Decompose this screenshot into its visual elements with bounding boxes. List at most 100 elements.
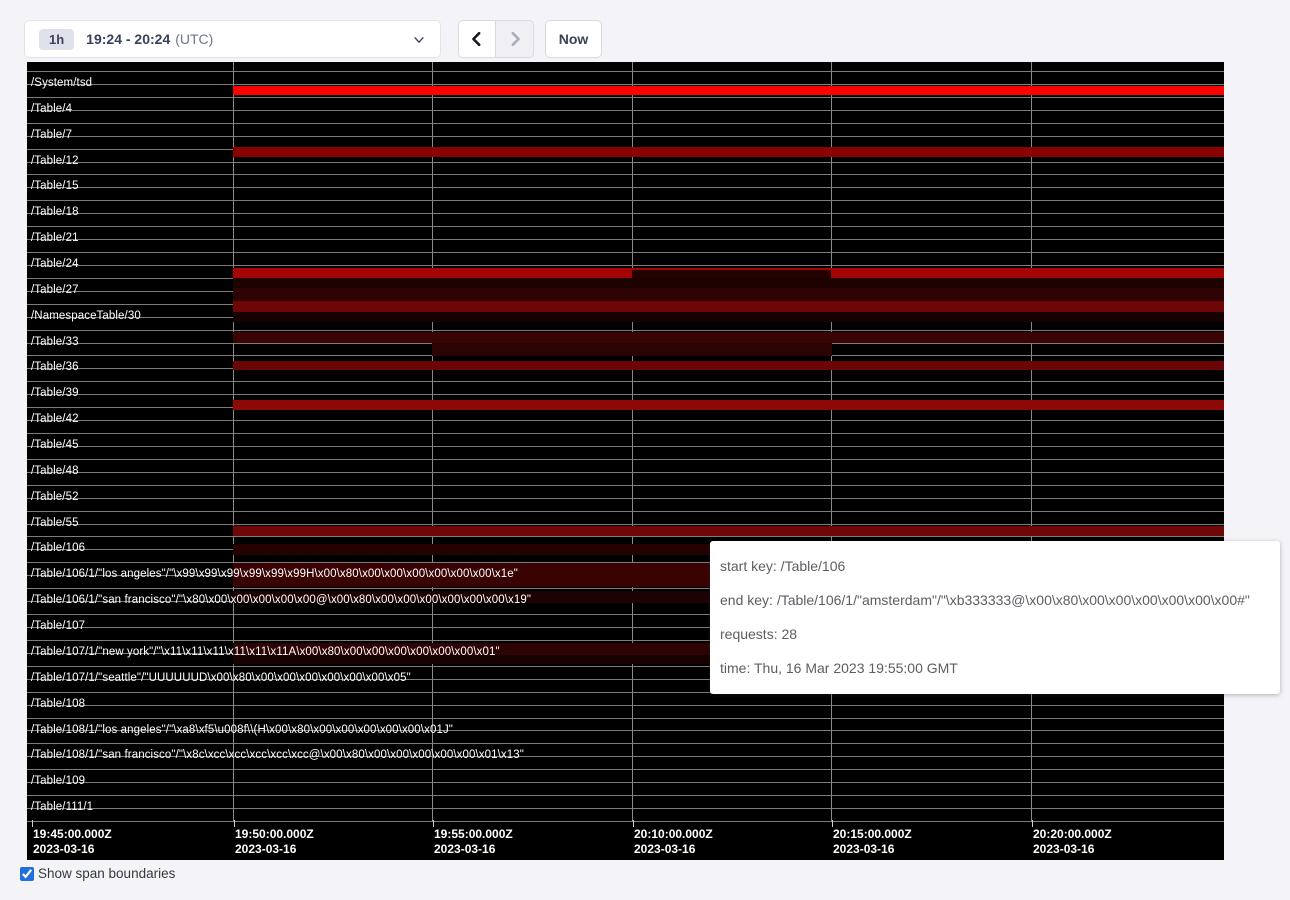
heatmap-gridline-v [1031, 62, 1032, 822]
chevron-down-icon [412, 33, 426, 47]
heatmap-band[interactable] [233, 86, 1224, 95]
show-span-boundaries-checkbox[interactable] [20, 867, 34, 881]
row-label: /Table/7 [31, 129, 72, 141]
row-label: /Table/107 [31, 620, 85, 632]
row-label: /Table/36 [31, 361, 79, 373]
heatmap-gridline-h [27, 536, 1224, 537]
heatmap-gridline-h [27, 174, 1224, 175]
axis-tick [633, 820, 634, 827]
time-range-dropdown[interactable]: 1h 19:24 - 20:24 (UTC) [24, 20, 441, 58]
row-label: /Table/108 [31, 698, 85, 710]
row-label: /Table/24 [31, 258, 79, 270]
heatmap-gridline-h [27, 433, 1224, 434]
heatmap-band[interactable] [233, 332, 1224, 343]
axis-tick [832, 820, 833, 827]
next-time-button[interactable] [496, 20, 534, 58]
heatmap-gridline-h [27, 821, 1224, 822]
heatmap-gridline-h [27, 511, 1224, 512]
range-duration-badge: 1h [39, 29, 74, 50]
chevron-right-icon [507, 31, 523, 47]
heatmap-gridline-v [632, 62, 633, 822]
row-label: /Table/109 [31, 775, 85, 787]
row-label: /Table/18 [31, 206, 79, 218]
axis-date-label: 2023-03-16 [1033, 842, 1094, 856]
heatmap-gridline-h [27, 498, 1224, 499]
axis-tick [32, 820, 33, 827]
heatmap-band[interactable] [233, 312, 1224, 322]
heatmap-band[interactable] [432, 343, 832, 356]
row-label: /Table/27 [31, 284, 79, 296]
row-label: /Table/52 [31, 491, 79, 503]
heatmap-band[interactable] [233, 361, 1224, 370]
heatmap-gridline-h [27, 213, 1224, 214]
row-label: /Table/4 [31, 103, 72, 115]
range-text: 19:24 - 20:24 [86, 31, 170, 47]
row-label: /Table/45 [31, 439, 79, 451]
key-visualizer-canvas[interactable]: 19:45:00.000Z2023-03-1619:50:00.000Z2023… [27, 62, 1224, 860]
axis-tick [234, 820, 235, 827]
heatmap-gridline-h [27, 795, 1224, 796]
row-label: /System/tsd [31, 77, 92, 89]
row-label: /Table/55 [31, 517, 79, 529]
row-label: /Table/106/1/"san francisco"/"\x80\x00\x… [31, 594, 531, 606]
axis-date-label: 2023-03-16 [434, 842, 495, 856]
heatmap-gridline-h [27, 743, 1224, 744]
heatmap-gridline-v [233, 62, 234, 822]
heatmap-gridline-h [27, 381, 1224, 382]
row-label: /Table/12 [31, 155, 79, 167]
axis-time-label: 20:10:00.000Z [634, 827, 713, 841]
heatmap-gridline-h [27, 769, 1224, 770]
prev-time-button[interactable] [458, 20, 496, 58]
tooltip-end-key: end key: /Table/106/1/"amsterdam"/"\xb33… [720, 583, 1270, 617]
heatmap-band[interactable] [632, 270, 831, 278]
show-span-boundaries-control: Show span boundaries [20, 866, 175, 881]
heatmap-gridline-h [27, 485, 1224, 486]
heatmap-gridline-h [27, 265, 1224, 266]
heatmap-gridline-v [831, 62, 832, 822]
row-label: /Table/33 [31, 336, 79, 348]
row-label: /NamespaceTable/30 [31, 310, 141, 322]
heatmap-gridline-h [27, 162, 1224, 163]
heatmap-gridline-h [27, 472, 1224, 473]
show-span-boundaries-label: Show span boundaries [38, 866, 175, 881]
heatmap-band[interactable] [233, 526, 1224, 536]
row-label: /Table/108/1/"san francisco"/"\x8c\xcc\x… [31, 749, 524, 761]
axis-time-label: 19:55:00.000Z [434, 827, 513, 841]
heatmap-gridline-h [27, 110, 1224, 111]
row-label: /Table/15 [31, 180, 79, 192]
chevron-left-icon [469, 31, 485, 47]
axis-time-label: 19:50:00.000Z [235, 827, 314, 841]
axis-tick [1032, 820, 1033, 827]
heatmap-band[interactable] [233, 147, 1224, 157]
heatmap-gridline-h [27, 394, 1224, 395]
tooltip-requests: requests: 28 [720, 617, 1270, 651]
axis-date-label: 2023-03-16 [33, 842, 94, 856]
row-label: /Table/111/1 [31, 801, 93, 813]
row-label: /Table/106/1/"los angeles"/"\x99\x99\x99… [31, 568, 518, 580]
heatmap-gridline-h [27, 524, 1224, 525]
axis-time-label: 19:45:00.000Z [33, 827, 112, 841]
axis-time-label: 20:20:00.000Z [1033, 827, 1112, 841]
heatmap-gridline-h [27, 782, 1224, 783]
heatmap-band[interactable] [233, 400, 1224, 410]
heatmap-gridline-h [27, 808, 1224, 809]
heatmap-gridline-h [27, 239, 1224, 240]
row-label: /Table/106 [31, 542, 85, 554]
heatmap-gridline-h [27, 136, 1224, 137]
heatmap-gridline-h [27, 84, 1224, 85]
heatmap-gridline-h [27, 446, 1224, 447]
axis-date-label: 2023-03-16 [235, 842, 296, 856]
heatmap-band[interactable] [233, 301, 1224, 312]
heatmap-band[interactable] [233, 288, 1224, 301]
heatmap-band[interactable] [233, 278, 1224, 288]
axis-tick [433, 820, 434, 827]
axis-date-label: 2023-03-16 [833, 842, 894, 856]
row-label: /Table/39 [31, 387, 79, 399]
tooltip-start-key: start key: /Table/106 [720, 549, 1270, 583]
heatmap-gridline-h [27, 330, 1224, 331]
now-button[interactable]: Now [545, 20, 602, 58]
tooltip-time: time: Thu, 16 Mar 2023 19:55:00 GMT [720, 651, 1270, 685]
heatmap-gridline-h [27, 226, 1224, 227]
range-timezone: (UTC) [175, 31, 213, 47]
heatmap-gridline-h [27, 459, 1224, 460]
